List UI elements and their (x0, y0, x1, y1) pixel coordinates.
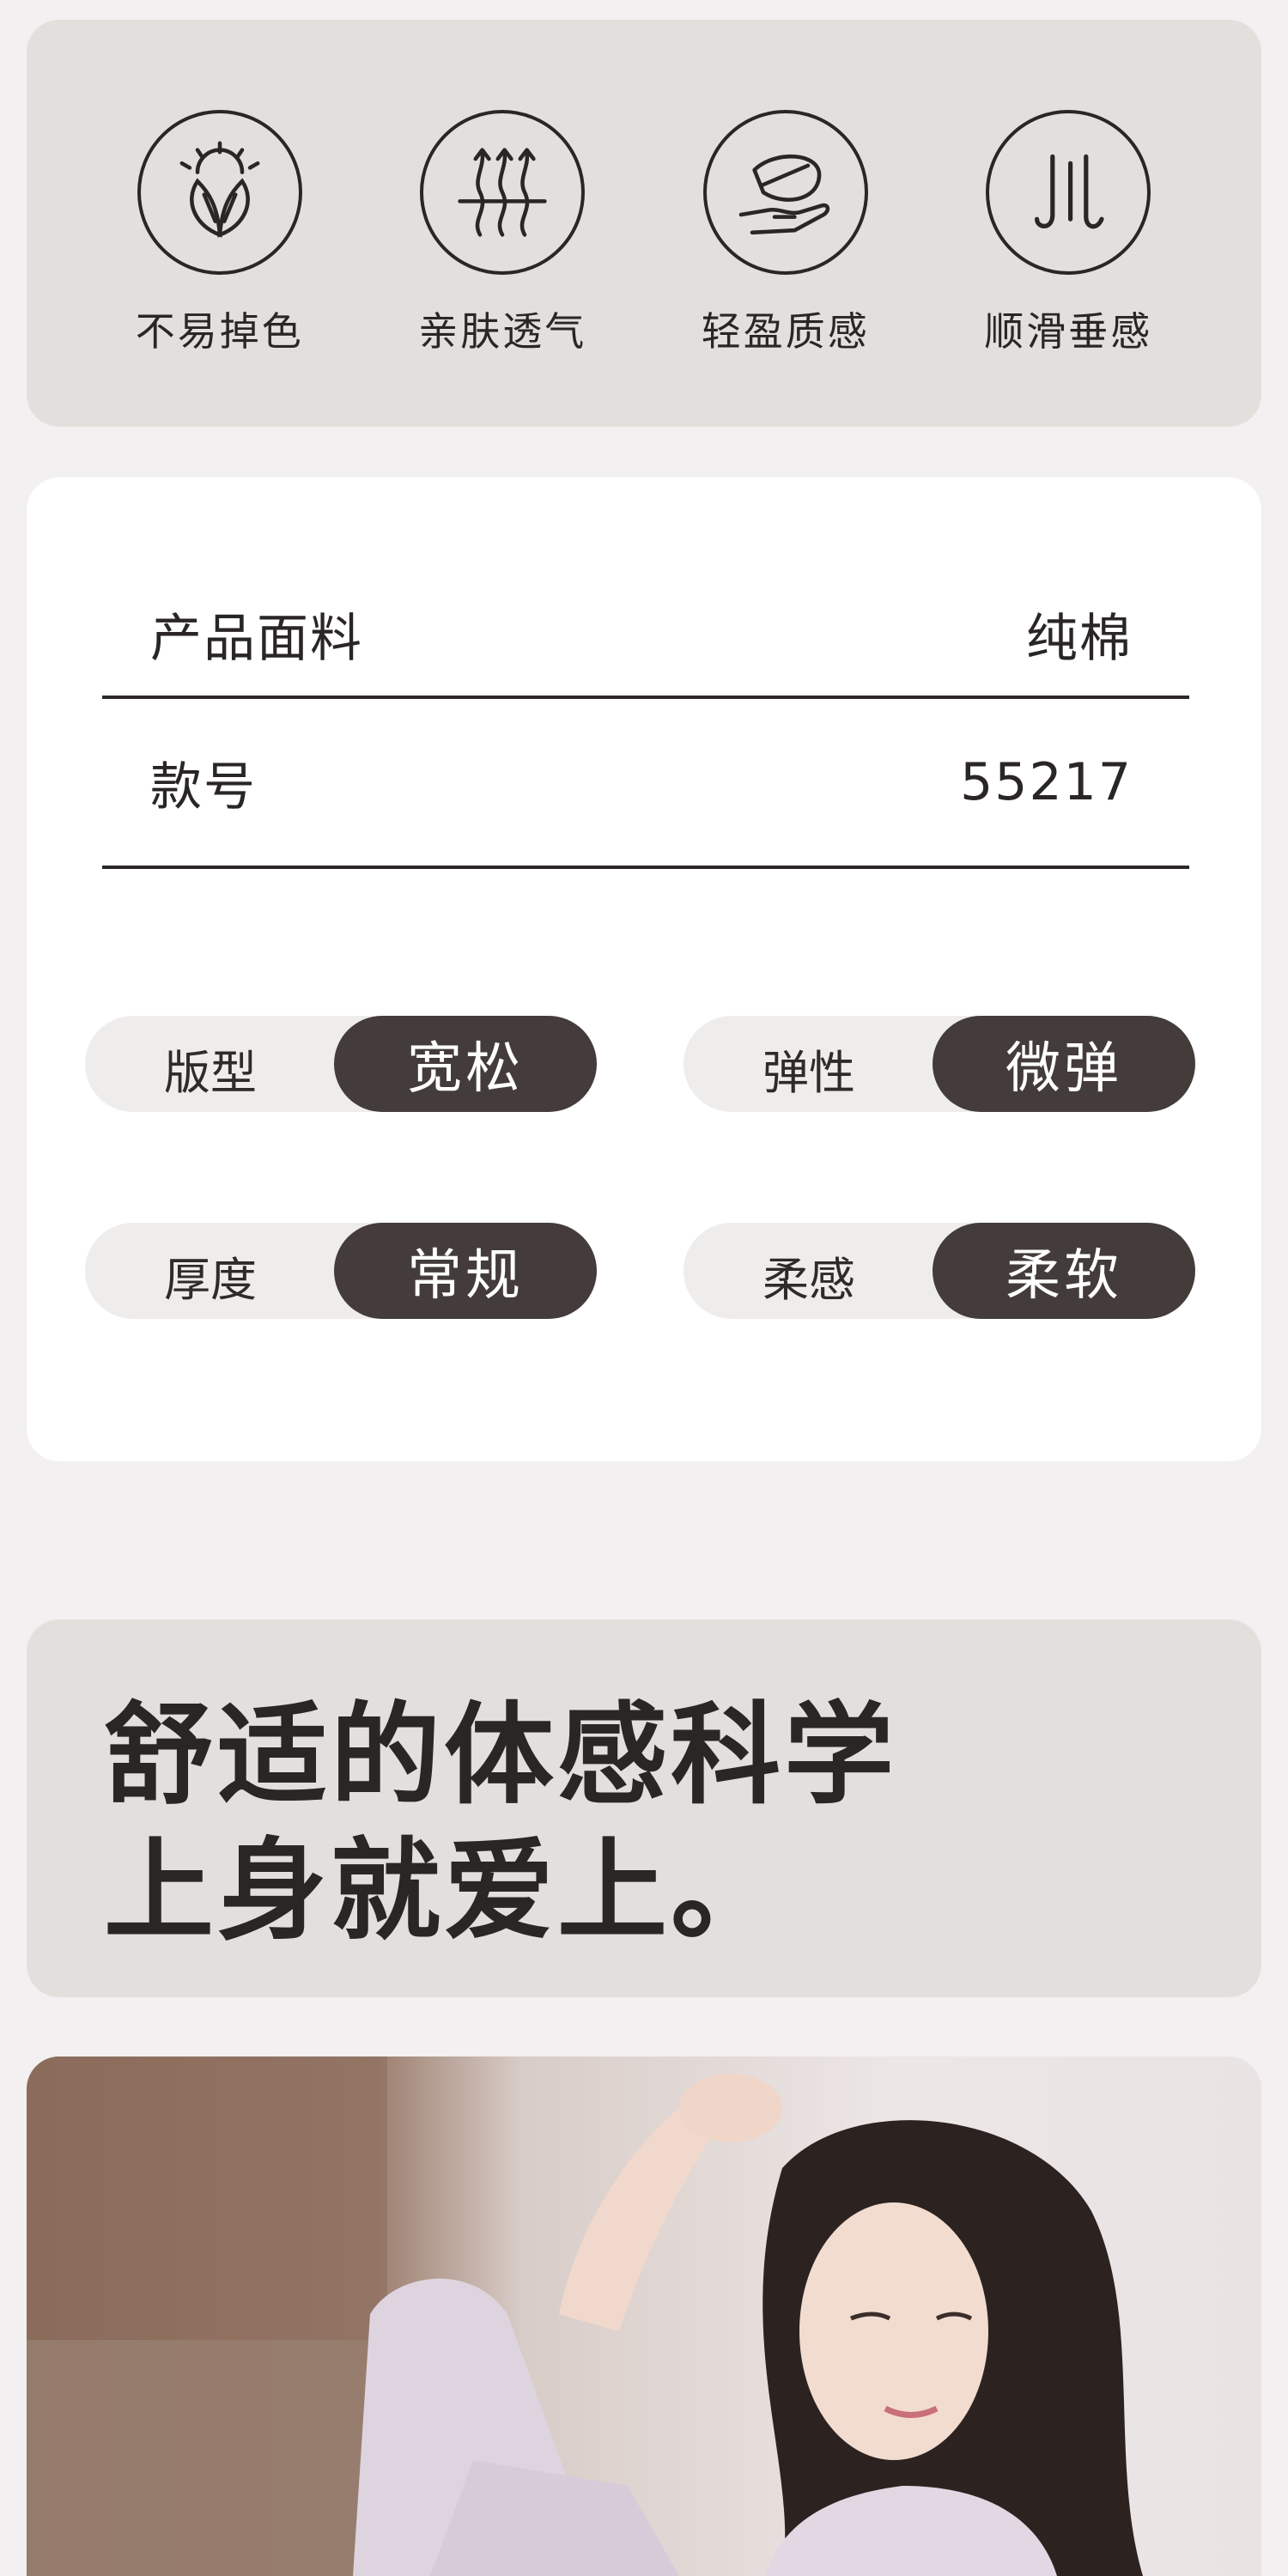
spec-card: 产品面料 纯棉 款号 55217 版型 宽松 弹性 微弹 厚度 常规 柔感 柔软 (27, 477, 1261, 1461)
feature-card: 不易掉色 亲肤透气 轻盈质感 顺滑垂感 (27, 20, 1261, 427)
attribute-label: 柔感 (762, 1252, 855, 1307)
attribute-pill-elasticity: 弹性 微弹 (683, 1016, 1195, 1112)
feature-item-drape: 顺滑垂感 (957, 110, 1180, 357)
headline-line-1: 舒适的体感科学 (104, 1692, 898, 1820)
leaf-sun-icon (137, 110, 302, 275)
feature-label: 亲肤透气 (418, 308, 587, 355)
attribute-value: 宽松 (334, 1016, 597, 1112)
spec-label: 产品面料 (150, 608, 363, 669)
attribute-pill-thickness: 厚度 常规 (85, 1223, 597, 1319)
feature-label: 顺滑垂感 (984, 308, 1153, 355)
attribute-label: 弹性 (762, 1045, 855, 1100)
headline-line-2: 上身就爱上。 (104, 1827, 785, 1955)
feature-label: 轻盈质感 (701, 308, 870, 355)
attribute-label: 版型 (164, 1045, 257, 1100)
attribute-label: 厚度 (164, 1252, 257, 1307)
headline-card: 舒适的体感科学 上身就爱上。 (27, 1619, 1261, 1997)
feature-label: 不易掉色 (135, 308, 304, 355)
product-detail-page: 不易掉色 亲肤透气 轻盈质感 顺滑垂感 产品面料 纯棉 款号 55217 版型 … (0, 0, 1288, 2576)
spec-value: 纯棉 (1026, 608, 1133, 669)
spec-value: 55217 (960, 752, 1133, 812)
drape-lines-icon (986, 110, 1151, 275)
spec-row-style-number: 款号 55217 (102, 699, 1189, 869)
attribute-value: 柔软 (933, 1223, 1195, 1319)
spec-label: 款号 (150, 756, 257, 817)
spec-row-fabric: 产品面料 纯棉 (102, 572, 1189, 699)
model-photo-illustration (27, 2057, 1143, 2576)
attribute-value: 微弹 (933, 1016, 1195, 1112)
model-photo (27, 2057, 1261, 2576)
feature-item-lightweight: 轻盈质感 (674, 110, 897, 357)
feather-hand-icon (702, 110, 868, 275)
attribute-pill-softness: 柔感 柔软 (683, 1223, 1195, 1319)
feature-item-breathable: 亲肤透气 (391, 110, 614, 357)
attribute-pill-fit: 版型 宽松 (85, 1016, 597, 1112)
attribute-value: 常规 (334, 1223, 597, 1319)
feature-item-colorfast: 不易掉色 (108, 110, 331, 357)
breathable-arrows-icon (420, 110, 586, 275)
